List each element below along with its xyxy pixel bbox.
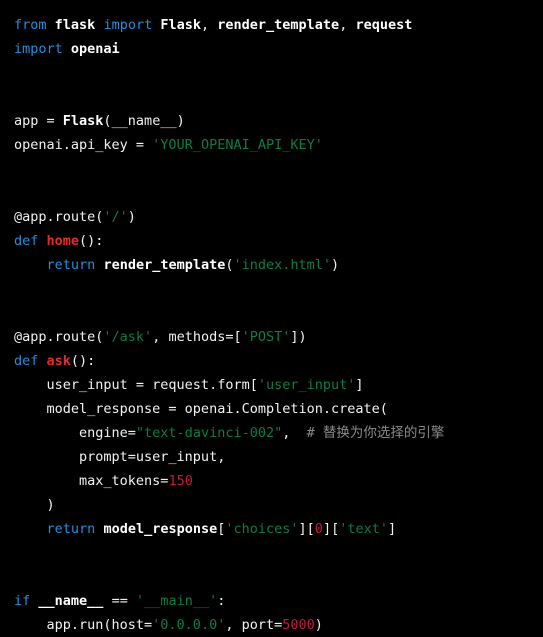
code-token-pl: (): bbox=[79, 233, 104, 249]
code-token-pl: ) bbox=[14, 497, 55, 513]
code-token-kw: if bbox=[14, 593, 31, 609]
code-token-pl: (__name__) bbox=[103, 113, 185, 129]
code-token-str: 'POST' bbox=[241, 329, 291, 345]
code-editor-content[interactable]: from flask import Flask, render_template… bbox=[0, 0, 543, 637]
code-token-pl: : bbox=[217, 593, 226, 609]
code-line[interactable]: ) bbox=[14, 493, 543, 517]
code-token-pl: ]) bbox=[290, 329, 307, 345]
code-token-cjk: 替换为你选择的引擎 bbox=[322, 425, 445, 441]
code-token-pl: @app.route( bbox=[14, 329, 104, 345]
code-token-pl: ) bbox=[331, 257, 340, 273]
code-token-str: '__main__' bbox=[135, 593, 218, 609]
code-token-str: 'choices' bbox=[225, 521, 299, 537]
code-line[interactable] bbox=[14, 61, 543, 85]
code-line[interactable] bbox=[14, 85, 543, 109]
code-token-pl: ) bbox=[127, 209, 136, 225]
code-token-bi: Flask bbox=[160, 17, 201, 33]
code-line[interactable]: openai.api_key = 'YOUR_OPENAI_API_KEY' bbox=[14, 133, 543, 157]
code-line[interactable]: max_tokens=150 bbox=[14, 469, 543, 493]
code-token-kw: def bbox=[14, 353, 39, 369]
code-token-fn: ask bbox=[46, 353, 71, 369]
code-token-pl: prompt=user_input, bbox=[14, 449, 226, 465]
code-token-pl: ] bbox=[387, 521, 397, 537]
code-line[interactable]: import openai bbox=[14, 37, 543, 61]
code-token-plb: model_response bbox=[103, 521, 218, 537]
code-token-pl: engine= bbox=[14, 425, 136, 441]
code-token-pl: app.run(host= bbox=[14, 617, 153, 633]
code-line[interactable]: def home(): bbox=[14, 229, 543, 253]
code-token-kw: return bbox=[46, 257, 96, 273]
code-line[interactable]: @app.route('/') bbox=[14, 205, 543, 229]
code-token-pl: max_tokens= bbox=[14, 473, 169, 489]
code-token-pl: app = bbox=[14, 113, 63, 129]
code-token-bi: request bbox=[355, 17, 413, 33]
code-token-pl: ( bbox=[225, 257, 234, 273]
code-token-kw: def bbox=[14, 233, 39, 249]
code-token-str: '/' bbox=[103, 209, 128, 225]
code-line[interactable] bbox=[14, 277, 543, 301]
code-line[interactable]: engine="text-davinci-002", # 替换为你选择的引擎 bbox=[14, 421, 543, 445]
code-line[interactable]: prompt=user_input, bbox=[14, 445, 543, 469]
code-token-pl: model_response = openai.Completion.creat… bbox=[14, 401, 388, 417]
code-token-pl: (): bbox=[70, 353, 96, 369]
code-line[interactable]: app = Flask(__name__) bbox=[14, 109, 543, 133]
code-token-str: 'index.html' bbox=[233, 257, 332, 273]
code-token-num: 0 bbox=[314, 521, 323, 537]
code-token-bi: render_template bbox=[103, 257, 226, 273]
code-token-num: 150 bbox=[168, 473, 193, 489]
code-line[interactable] bbox=[14, 541, 543, 565]
code-token-fn: home bbox=[46, 233, 80, 249]
code-line[interactable]: from flask import Flask, render_template… bbox=[14, 13, 543, 37]
code-token-str: 'YOUR_OPENAI_API_KEY' bbox=[152, 137, 323, 153]
code-line[interactable]: app.run(host='0.0.0.0', port=5000) bbox=[14, 613, 543, 637]
code-line[interactable]: model_response = openai.Completion.creat… bbox=[14, 397, 543, 421]
code-token-com: # bbox=[306, 425, 323, 441]
code-line[interactable]: if __name__ == '__main__': bbox=[14, 589, 543, 613]
code-token-pl: , methods=[ bbox=[152, 329, 242, 345]
code-token-num: 5000 bbox=[282, 617, 315, 633]
code-token-pl: ][ bbox=[322, 521, 340, 537]
code-token-bi: Flask bbox=[62, 113, 104, 129]
code-token-kw: import bbox=[14, 41, 63, 57]
code-token-str: 'text' bbox=[339, 521, 388, 537]
code-line[interactable] bbox=[14, 565, 543, 589]
code-line[interactable] bbox=[14, 157, 543, 181]
code-token-kw: import bbox=[103, 17, 153, 33]
code-line[interactable]: def ask(): bbox=[14, 349, 543, 373]
code-token-plb: flask bbox=[54, 17, 96, 33]
code-token-str: '0.0.0.0' bbox=[152, 617, 226, 633]
code-token-pl: , bbox=[201, 17, 218, 33]
code-line[interactable]: return model_response['choices'][0]['tex… bbox=[14, 517, 543, 541]
code-line[interactable]: user_input = request.form['user_input'] bbox=[14, 373, 543, 397]
code-token-str: 'user_input' bbox=[257, 377, 356, 393]
code-token-pl: @app.route( bbox=[14, 209, 104, 225]
code-token-pl: ] bbox=[355, 377, 364, 393]
code-token-pl: , bbox=[339, 17, 356, 33]
code-token-plb: openai bbox=[70, 41, 120, 57]
code-line[interactable]: @app.route('/ask', methods=['POST']) bbox=[14, 325, 543, 349]
code-token-pl: user_input = request.form[ bbox=[14, 377, 258, 393]
code-line[interactable] bbox=[14, 301, 543, 325]
code-line[interactable] bbox=[14, 181, 543, 205]
code-token-bi: render_template bbox=[217, 17, 340, 33]
code-token-kw: from bbox=[14, 17, 47, 33]
code-token-str: '/ask' bbox=[103, 329, 153, 345]
code-token-pl: , port= bbox=[225, 617, 283, 633]
code-token-pl: ][ bbox=[298, 521, 315, 537]
code-line[interactable]: return render_template('index.html') bbox=[14, 253, 543, 277]
code-token-str: "text-davinci-002" bbox=[135, 425, 283, 441]
code-token-pl: == bbox=[103, 593, 136, 609]
code-token-kw: return bbox=[46, 521, 96, 537]
code-token-pl: openai.api_key = bbox=[14, 137, 153, 153]
code-token-plb: __name__ bbox=[38, 593, 104, 609]
code-token-pl: ) bbox=[314, 617, 323, 633]
code-token-pl: , bbox=[282, 425, 307, 441]
